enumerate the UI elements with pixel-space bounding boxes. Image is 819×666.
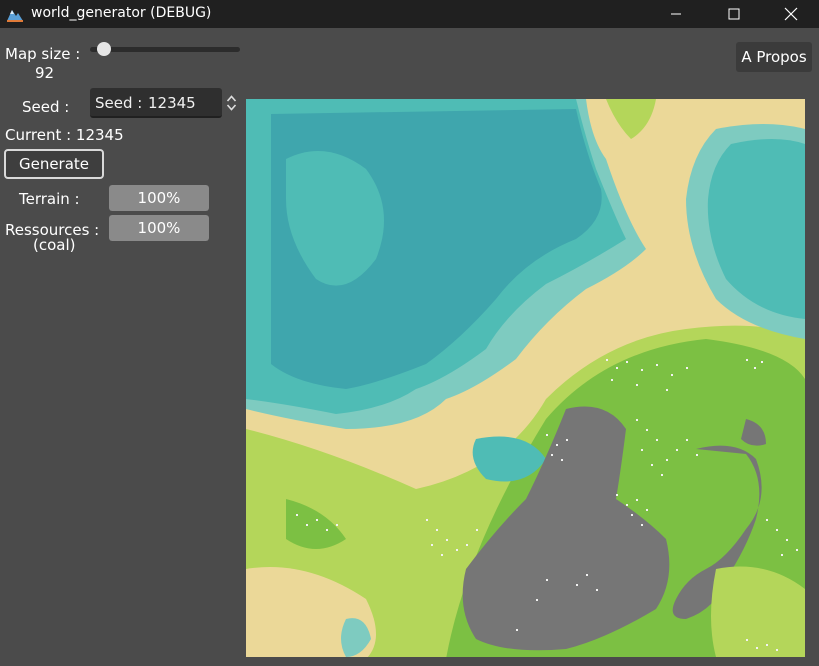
resources-sublabel: (coal) <box>33 236 76 254</box>
minimize-icon <box>671 13 681 15</box>
map-size-value: 92 <box>35 64 55 82</box>
window-title: world_generator (DEBUG) <box>31 5 212 21</box>
close-button[interactable] <box>763 0 819 28</box>
current-seed-label: Current : 12345 <box>5 126 124 144</box>
seed-value: 12345 <box>148 94 196 112</box>
world-map-canvas <box>246 99 805 657</box>
maximize-icon <box>728 8 740 20</box>
godot-engine-icon <box>5 4 25 24</box>
resources-progress-bar: 100% <box>109 215 209 241</box>
generate-button[interactable]: Generate <box>4 149 104 179</box>
seed-label: Seed : <box>22 98 70 116</box>
main-panel: Map size : 92 Seed : Seed : 12345 Curren… <box>0 28 819 666</box>
title-bar: world_generator (DEBUG) <box>0 0 819 28</box>
resources-progress-text: 100% <box>137 219 181 237</box>
terrain-progress-bar: 100% <box>109 185 209 211</box>
world-map <box>246 99 805 657</box>
map-size-slider[interactable] <box>90 47 240 52</box>
maximize-button[interactable] <box>705 0 763 28</box>
close-icon <box>784 7 798 21</box>
map-size-slider-grabber[interactable] <box>96 42 111 56</box>
seed-spinbox[interactable]: Seed : 12345 <box>90 88 222 118</box>
spinner-arrows-icon[interactable] <box>226 94 237 112</box>
terrain-progress-text: 100% <box>137 189 181 207</box>
seed-prefix: Seed : <box>95 94 143 112</box>
minimize-button[interactable] <box>647 0 705 28</box>
map-size-label: Map size : <box>5 45 81 63</box>
apropos-button[interactable]: A Propos <box>736 42 812 72</box>
terrain-label: Terrain : <box>19 190 80 208</box>
